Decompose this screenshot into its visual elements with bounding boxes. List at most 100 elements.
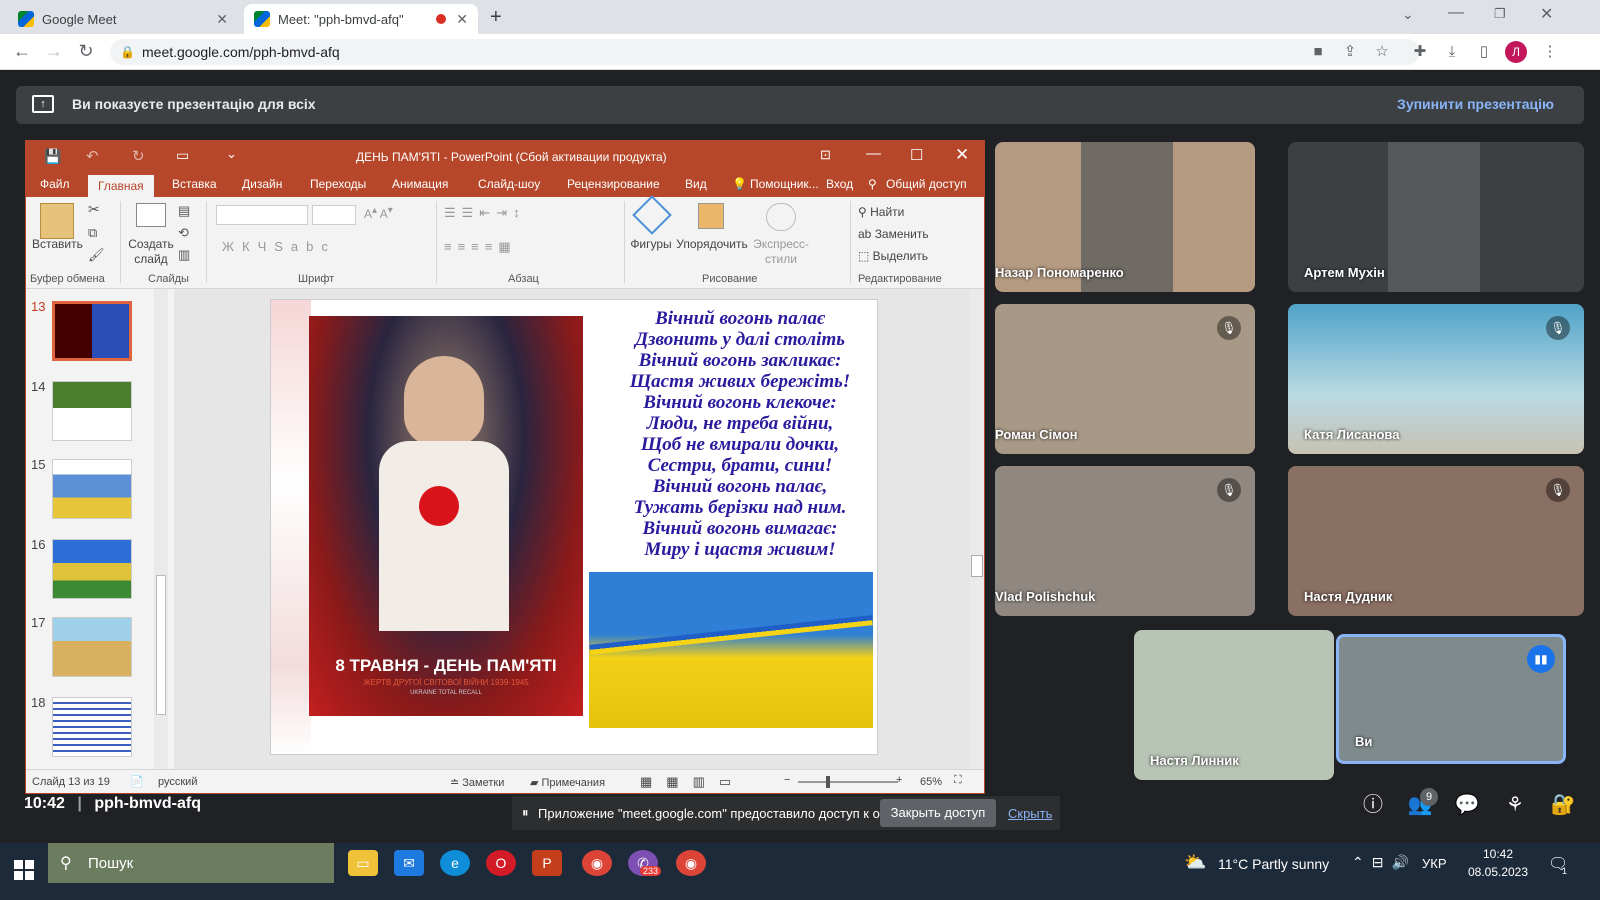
zoom-slider[interactable] bbox=[798, 776, 898, 788]
tab-home[interactable]: Главная bbox=[88, 175, 154, 197]
spellcheck-icon[interactable]: 📄 bbox=[130, 775, 144, 788]
file-explorer-icon[interactable]: ▭ bbox=[348, 850, 378, 876]
format-painter-icon[interactable]: 🖌 bbox=[88, 247, 105, 263]
host-controls-icon[interactable]: 🔐 bbox=[1548, 790, 1578, 820]
edge-icon[interactable]: e bbox=[440, 850, 470, 876]
participant-tile[interactable]: 🎙 Vlad Polishchuk bbox=[995, 466, 1255, 616]
sidepanel-icon[interactable]: ▯ bbox=[1474, 42, 1494, 62]
arrange-icon[interactable] bbox=[698, 203, 724, 229]
participant-tile[interactable]: 🎙 Катя Лисанова bbox=[1288, 304, 1584, 454]
slide-thumb-16[interactable] bbox=[52, 539, 132, 599]
window-close-icon[interactable]: ✕ bbox=[1540, 4, 1553, 24]
stop-presenting-button[interactable]: Зупинити презентацію bbox=[1397, 96, 1554, 112]
powerpoint-app-icon[interactable]: P bbox=[532, 850, 562, 876]
shapes-button[interactable]: Фигуры bbox=[626, 237, 676, 251]
input-language[interactable]: УКР bbox=[1422, 856, 1447, 871]
share-button[interactable]: Общий доступ bbox=[886, 177, 967, 191]
language-status[interactable]: русский bbox=[158, 776, 197, 788]
slide-thumb-14[interactable] bbox=[52, 381, 132, 441]
undo-icon[interactable]: ↶ bbox=[86, 147, 99, 165]
opera-icon[interactable]: O bbox=[486, 850, 516, 876]
ppt-minimize-icon[interactable]: — bbox=[866, 145, 881, 162]
font-format-icons[interactable]: ЖКЧSabc bbox=[222, 239, 336, 254]
view-mode-icons[interactable]: ▦▦▥▭ bbox=[640, 774, 745, 790]
participant-tile[interactable]: 🎙 Настя Дудник bbox=[1288, 466, 1584, 616]
close-icon[interactable]: ✕ bbox=[456, 11, 468, 28]
taskbar-time[interactable]: 10:42 bbox=[1470, 847, 1526, 861]
scroll-thumb[interactable] bbox=[156, 575, 166, 715]
signin-button[interactable]: Вход bbox=[826, 177, 853, 191]
reset-icon[interactable]: ⟲ bbox=[178, 225, 189, 241]
slideshow-start-icon[interactable]: ▭ bbox=[176, 147, 189, 164]
close-icon[interactable]: ✕ bbox=[216, 11, 228, 28]
taskbar-search[interactable]: ⚲ Пошук bbox=[48, 843, 334, 883]
extensions-icon[interactable]: ✚ bbox=[1410, 42, 1430, 62]
redo-icon[interactable]: ↻ bbox=[132, 147, 145, 165]
tab-animation[interactable]: Анимация bbox=[392, 177, 448, 191]
copy-icon[interactable]: ⧉ bbox=[88, 225, 97, 241]
participant-tile[interactable]: Артем Мухін bbox=[1288, 142, 1584, 292]
chrome-profile-icon[interactable]: ◉ bbox=[582, 850, 612, 876]
tab-design[interactable]: Дизайн bbox=[242, 177, 282, 191]
profile-avatar[interactable]: Л bbox=[1505, 41, 1527, 63]
customize-qat-icon[interactable]: ⌄ bbox=[226, 146, 237, 162]
stop-sharing-button[interactable]: Закрыть доступ bbox=[880, 799, 996, 827]
find-button[interactable]: ⚲ Найти bbox=[858, 205, 904, 219]
ppt-maximize-icon[interactable]: ☐ bbox=[910, 146, 923, 164]
font-grow-icon[interactable]: A▴ A▾ bbox=[364, 205, 393, 221]
arrange-button[interactable]: Упорядочить bbox=[676, 237, 748, 251]
minimize-icon[interactable]: — bbox=[1448, 4, 1464, 22]
slide-thumb-15[interactable] bbox=[52, 459, 132, 519]
slide-scrollbar[interactable] bbox=[970, 289, 984, 769]
camera-icon[interactable]: ■ bbox=[1308, 42, 1328, 62]
taskbar-date[interactable]: 08.05.2023 bbox=[1464, 865, 1532, 879]
slide-thumb-17[interactable] bbox=[52, 617, 132, 677]
slide-scroll-thumb[interactable] bbox=[971, 555, 983, 577]
tab-google-meet[interactable]: Google Meet ✕ bbox=[8, 4, 238, 34]
participant-tile[interactable]: Назар Пономаренко bbox=[995, 142, 1255, 292]
save-icon[interactable]: 💾 bbox=[44, 148, 61, 165]
forward-icon[interactable]: → bbox=[42, 39, 66, 63]
comments-button[interactable]: ▰ Примечания bbox=[530, 776, 605, 789]
slide-thumb-13[interactable] bbox=[52, 301, 132, 361]
new-slide-button[interactable]: Создать слайд bbox=[126, 237, 176, 267]
quick-styles-icon[interactable] bbox=[766, 203, 796, 231]
tell-me-button[interactable]: Помощник... bbox=[750, 177, 819, 191]
ppt-close-icon[interactable]: ✕ bbox=[955, 145, 969, 165]
tab-transitions[interactable]: Переходы bbox=[310, 177, 366, 191]
slide-thumb-18[interactable] bbox=[52, 697, 132, 757]
chat-icon[interactable]: 💬 bbox=[1452, 790, 1482, 820]
new-tab-button[interactable]: + bbox=[490, 6, 502, 29]
font-size-select[interactable] bbox=[312, 205, 356, 225]
zoom-in-icon[interactable]: + bbox=[896, 774, 902, 786]
restore-icon[interactable]: ❐ bbox=[1494, 6, 1506, 22]
cut-icon[interactable]: ✂ bbox=[88, 201, 100, 218]
tab-search-icon[interactable]: ⌄ bbox=[1402, 6, 1414, 23]
tab-view[interactable]: Вид bbox=[685, 177, 707, 191]
list-icons[interactable]: ☰☰⇤⇥↕ bbox=[444, 205, 526, 221]
layout-icon[interactable]: ▤ bbox=[178, 203, 190, 219]
paste-button[interactable]: Вставить bbox=[32, 237, 83, 251]
reload-icon[interactable]: ↻ bbox=[74, 39, 98, 63]
chrome-icon[interactable]: ◉ bbox=[676, 850, 706, 876]
paste-icon[interactable] bbox=[40, 203, 74, 239]
replace-button[interactable]: ab Заменить bbox=[858, 227, 929, 241]
participant-tile[interactable]: 🎙 Роман Сімон bbox=[995, 304, 1255, 454]
zoom-slider-thumb[interactable] bbox=[826, 776, 830, 788]
tray-icons[interactable]: ⌃⊟🔊 bbox=[1352, 854, 1417, 871]
bookmark-star-icon[interactable]: ☆ bbox=[1372, 42, 1392, 62]
back-icon[interactable]: ← bbox=[10, 39, 34, 63]
activities-icon[interactable]: ⚘ bbox=[1500, 790, 1530, 820]
quick-styles-button[interactable]: Экспресс-стили bbox=[748, 237, 814, 267]
weather-text[interactable]: 11°C Partly sunny bbox=[1218, 856, 1329, 872]
align-icons[interactable]: ≡≡≡≡▦ bbox=[444, 239, 517, 255]
hide-button[interactable]: Скрыть bbox=[1008, 806, 1052, 821]
address-bar[interactable]: 🔒 meet.google.com/pph-bmvd-afq bbox=[110, 39, 1420, 65]
tab-insert[interactable]: Вставка bbox=[172, 177, 217, 191]
fit-slide-icon[interactable]: ⛶ bbox=[954, 774, 962, 787]
windows-start-icon[interactable] bbox=[14, 860, 34, 880]
self-tile[interactable]: ▮▮ Ви bbox=[1336, 634, 1566, 764]
tab-slideshow[interactable]: Слайд-шоу bbox=[478, 177, 540, 191]
tab-review[interactable]: Рецензирование bbox=[567, 177, 660, 191]
share-icon[interactable]: ⇪ bbox=[1340, 42, 1360, 62]
